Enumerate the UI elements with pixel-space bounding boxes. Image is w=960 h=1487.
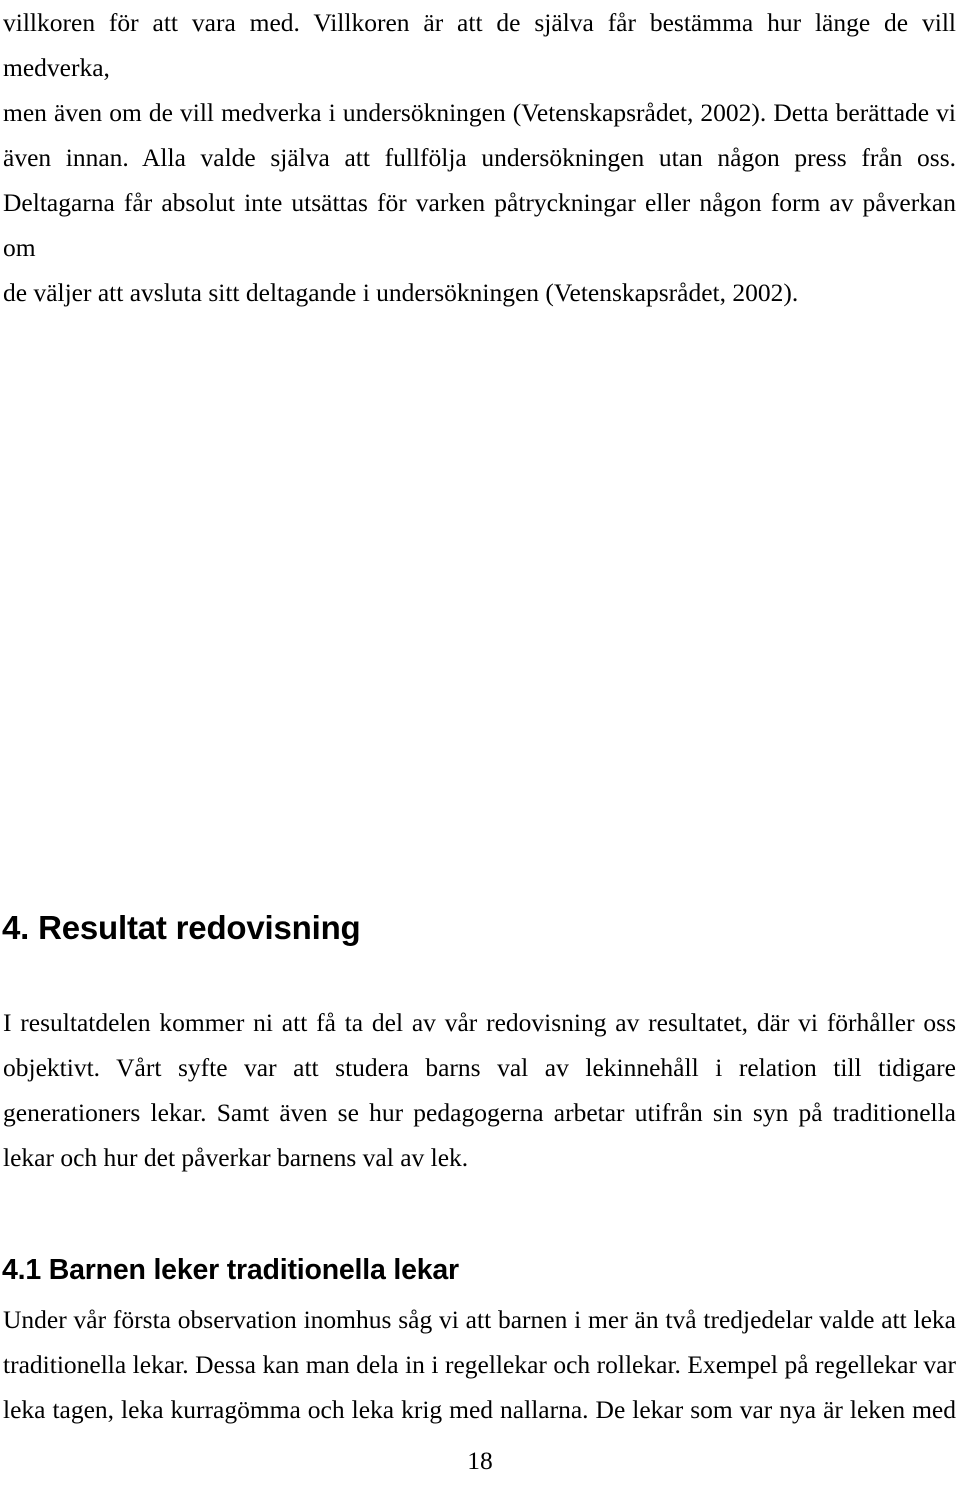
paragraph-line: generationers lekar. Samt även se hur pe… [3,1098,956,1127]
paragraph-line: de väljer att avsluta sitt deltagande i … [3,278,799,307]
section-heading-4-text: 4. Resultat redovisning [2,909,361,946]
paragraph-line: leka tagen, leka kurragömma och leka kri… [3,1395,956,1424]
section-heading-4-1-text: 4.1 Barnen leker traditionella lekar [2,1254,459,1286]
paragraph-line: I resultatdelen kommer ni att få ta del … [3,1008,956,1037]
result-paragraph-block: I resultatdelen kommer ni att få ta del … [3,1000,956,1180]
paragraph-line: traditionella lekar. Dessa kan man dela … [3,1350,956,1379]
paragraph-line: även innan. Alla valde själva att fullfö… [3,143,956,172]
page-number: 18 [467,1446,493,1475]
paragraph-line: men även om de vill medverka i undersökn… [3,98,956,127]
section-heading-4-1: 4.1 Barnen leker traditionella lekar [2,1252,702,1288]
subsection-paragraph-block: Under vår första observation inomhus såg… [3,1297,956,1432]
paragraph-line: Deltagarna får absolut inte utsättas för… [3,188,956,262]
intro-paragraph-block: villkoren för att vara med. Villkoren är… [3,0,956,315]
paragraph-line: lekar och hur det påverkar barnens val a… [3,1143,469,1172]
paragraph-line: objektivt. Vårt syfte var att studera ba… [3,1053,956,1082]
document-page: villkoren för att vara med. Villkoren är… [0,0,960,1487]
paragraph-line: villkoren för att vara med. Villkoren är… [3,8,956,82]
section-heading-4: 4. Resultat redovisning [2,908,702,948]
paragraph-line: Under vår första observation inomhus såg… [3,1305,956,1334]
